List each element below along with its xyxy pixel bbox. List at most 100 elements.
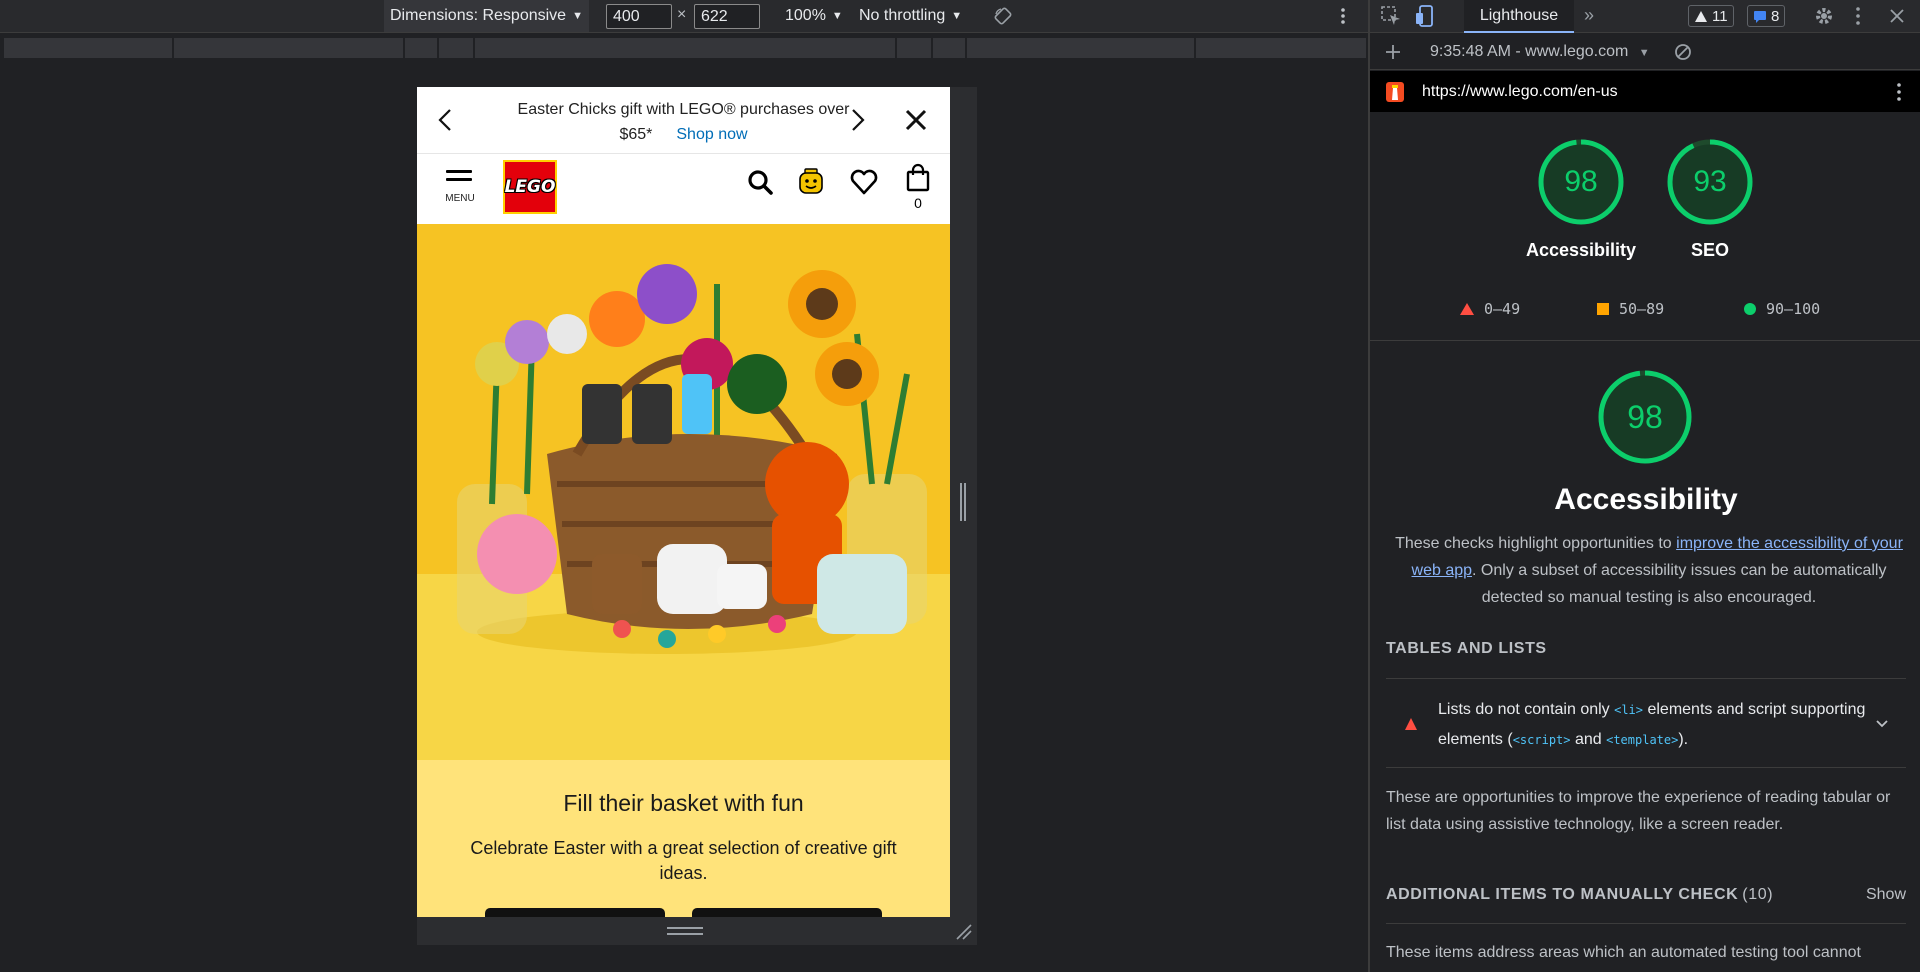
emulated-device-viewport[interactable]: Easter Chicks gift with LEGO® purchases …: [417, 87, 950, 917]
legend-fail: 0–49: [1460, 300, 1520, 318]
legend-average-range: 50–89: [1619, 300, 1665, 318]
legend-fail-range: 0–49: [1484, 300, 1521, 318]
times-sign: ×: [677, 6, 687, 23]
app-root: Dimensions: Responsive ▼ 400 × 622 100% …: [0, 0, 1920, 972]
clear-reports-icon[interactable]: [1672, 41, 1694, 63]
panel-button-1[interactable]: [485, 908, 665, 917]
report-menu-icon[interactable]: [1888, 81, 1910, 103]
inspect-element-icon[interactable]: [1380, 5, 1402, 27]
width-input[interactable]: 400: [606, 4, 672, 29]
media-query-ruler[interactable]: [4, 38, 1366, 58]
search-icon[interactable]: [745, 167, 775, 197]
chevron-right-icon[interactable]: [844, 107, 870, 133]
lego-logo[interactable]: LEGO: [503, 160, 557, 214]
report-url-bar: https://www.lego.com/en-us: [1370, 71, 1920, 112]
seo-gauge-label: SEO: [1690, 240, 1729, 260]
tab-lighthouse[interactable]: Lighthouse: [1464, 0, 1574, 33]
fail-triangle-icon: [1460, 303, 1474, 315]
hero-image[interactable]: [417, 224, 950, 760]
site-header: MENU LEGO 0: [417, 155, 950, 214]
panel-body: Celebrate Easter with a great selection …: [470, 838, 897, 883]
category-accessibility-gauge: 98: [1597, 369, 1693, 465]
menu-button[interactable]: MENU: [443, 163, 477, 204]
category-title: Accessibility: [1554, 483, 1738, 516]
seo-gauge[interactable]: 93: [1666, 138, 1754, 226]
device-toolbar: Dimensions: Responsive ▼ 400 × 622 100% …: [0, 0, 1368, 33]
rotate-icon[interactable]: [992, 0, 1014, 32]
accessibility-gauge[interactable]: 98: [1537, 138, 1625, 226]
warning-icon: [1695, 10, 1707, 22]
device-emulation-area: Dimensions: Responsive ▼ 400 × 622 100% …: [0, 0, 1368, 972]
accessibility-score: 98: [1564, 165, 1598, 198]
caret-down-icon: ▼: [572, 10, 583, 22]
close-devtools-icon[interactable]: [1886, 5, 1908, 27]
shop-now-link[interactable]: Shop now: [676, 126, 747, 143]
cart-count: 0: [914, 195, 922, 211]
pass-circle-icon: [1744, 303, 1756, 315]
close-icon[interactable]: [903, 107, 929, 133]
resize-handle-right[interactable]: [960, 483, 966, 521]
legend-pass-range: 90–100: [1766, 300, 1821, 318]
legend-average: 50–89: [1597, 300, 1664, 318]
caret-down-icon: ▼: [1638, 47, 1650, 59]
wishlist-heart-icon[interactable]: [849, 167, 879, 197]
promo-text-panel: Fill their basket with fun Celebrate Eas…: [417, 760, 950, 917]
height-input[interactable]: 622: [694, 4, 760, 29]
more-tabs-icon[interactable]: »: [1584, 5, 1594, 26]
resize-corner-icon[interactable]: [955, 923, 973, 941]
shopping-bag-icon[interactable]: [904, 163, 934, 193]
group-description: These are opportunities to improve the e…: [1386, 789, 1891, 833]
chevron-down-icon[interactable]: [1874, 715, 1890, 731]
devtools-panel: Lighthouse » 11 8 9:35:48 AM - www.lego.…: [1368, 0, 1920, 972]
caret-down-icon: ▼: [951, 10, 963, 22]
manual-checks-show-button[interactable]: Show: [1866, 886, 1906, 904]
messages-count: 8: [1771, 7, 1780, 25]
warnings-count: 11: [1712, 7, 1728, 25]
dimensions-label: Dimensions: Responsive: [390, 7, 567, 24]
seo-score: 93: [1693, 165, 1727, 198]
customize-devtools-icon[interactable]: [1847, 5, 1869, 27]
device-toolbar-icon[interactable]: [1414, 5, 1436, 27]
message-icon: [1754, 10, 1766, 23]
category-desc-before: These checks highlight opportunities to: [1395, 535, 1677, 552]
fail-triangle-icon: [1405, 718, 1417, 730]
promo-text-block: Easter Chicks gift with LEGO® purchases …: [477, 97, 890, 147]
report-select[interactable]: 9:35:48 AM - www.lego.com ▼: [1430, 43, 1650, 61]
legend-pass: 90–100: [1744, 300, 1820, 318]
lighthouse-toolbar: 9:35:48 AM - www.lego.com ▼: [1370, 34, 1920, 70]
dimensions-select[interactable]: Dimensions: Responsive ▼: [384, 0, 589, 32]
chevron-left-icon[interactable]: [433, 107, 459, 133]
more-options-icon[interactable]: [1336, 0, 1350, 32]
messages-badge[interactable]: 8: [1747, 5, 1786, 27]
zoom-select[interactable]: 100% ▼: [785, 0, 843, 32]
accessibility-gauge-label: Accessibility: [1525, 240, 1637, 260]
manual-checks-row[interactable]: ADDITIONAL ITEMS TO MANUALLY CHECK (10) S…: [1386, 882, 1906, 924]
vip-minifig-icon[interactable]: [796, 167, 826, 197]
category-description: These checks highlight opportunities to …: [1384, 530, 1914, 611]
category-score: 98: [1627, 398, 1663, 435]
caret-down-icon: ▼: [831, 10, 843, 22]
devtools-tabbar: Lighthouse » 11 8: [1370, 0, 1920, 33]
menu-label: MENU: [445, 193, 475, 204]
category-desc-after: . Only a subset of accessibility issues …: [1472, 562, 1887, 606]
audit-title: Lists do not contain only <li> elements …: [1438, 701, 1866, 748]
manual-checks-description: These items address areas which an autom…: [1386, 944, 1861, 961]
warnings-badge[interactable]: 11: [1688, 5, 1734, 27]
manual-checks-count: (10): [1742, 886, 1774, 903]
resize-handle-bottom[interactable]: [667, 927, 703, 935]
average-square-icon: [1597, 303, 1609, 315]
panel-button-2[interactable]: [692, 908, 882, 917]
throttling-label: No throttling: [859, 7, 946, 24]
lighthouse-logo-icon: [1384, 80, 1406, 102]
throttling-select[interactable]: No throttling ▼: [859, 0, 962, 32]
audit-list-row[interactable]: Lists do not contain only <li> elements …: [1386, 678, 1906, 768]
panel-title: Fill their basket with fun: [563, 790, 804, 816]
new-report-plus-icon[interactable]: [1382, 41, 1404, 63]
manual-checks-title: ADDITIONAL ITEMS TO MANUALLY CHECK (10): [1386, 886, 1774, 903]
report-url[interactable]: https://www.lego.com/en-us: [1422, 83, 1618, 101]
report-label: 9:35:48 AM - www.lego.com: [1430, 43, 1629, 60]
promo-banner: Easter Chicks gift with LEGO® purchases …: [417, 87, 950, 154]
zoom-label: 100%: [785, 7, 826, 24]
settings-gear-icon[interactable]: [1813, 5, 1835, 27]
easter-basket-illustration: [457, 264, 927, 654]
